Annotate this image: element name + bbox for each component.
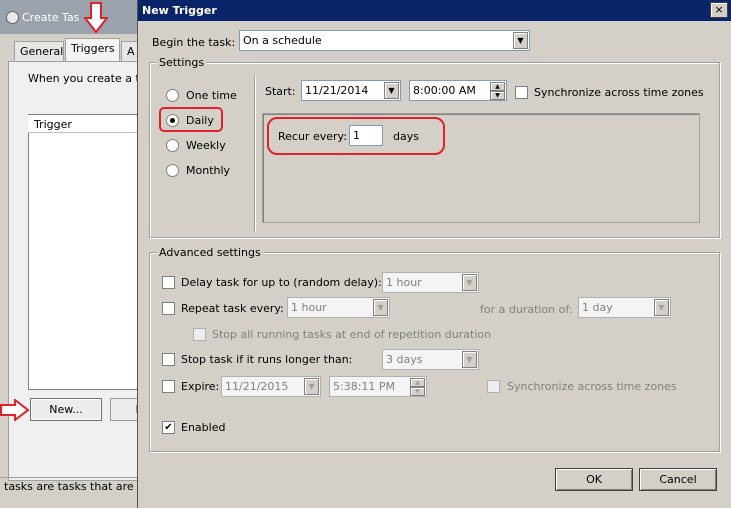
weekly-radio[interactable] xyxy=(166,139,179,152)
recur-highlight-annotation xyxy=(267,117,445,155)
repeat-duration-value: 1 day xyxy=(582,301,613,314)
expire-date-picker[interactable]: 11/21/2015 ▼ xyxy=(221,376,321,397)
begin-task-dropdown[interactable]: On a schedule ▼ xyxy=(239,30,530,51)
delay-task-checkbox[interactable] xyxy=(162,276,175,289)
delay-duration-value: 1 hour xyxy=(386,276,422,289)
stop-running-tasks-checkbox[interactable] xyxy=(193,328,206,341)
repeat-duration-dropdown[interactable]: 1 day ▼ xyxy=(578,297,671,318)
new-trigger-button[interactable]: New... xyxy=(30,398,102,421)
daily-highlight-annotation xyxy=(159,107,223,132)
start-label: Start: xyxy=(265,85,296,98)
expire-sync-checkbox[interactable] xyxy=(487,380,500,393)
repeat-interval-value: 1 hour xyxy=(291,301,327,314)
chevron-down-icon[interactable]: ▼ xyxy=(654,299,669,316)
footer-divider xyxy=(0,477,140,478)
close-icon[interactable]: × xyxy=(710,2,728,18)
stop-if-longer-checkbox[interactable] xyxy=(162,353,175,366)
monthly-radio[interactable] xyxy=(166,164,179,177)
stop-if-longer-label[interactable]: Stop task if it runs longer than: xyxy=(181,353,352,366)
delay-duration-dropdown[interactable]: 1 hour ▼ xyxy=(382,272,479,293)
monthly-label[interactable]: Monthly xyxy=(186,164,230,177)
chevron-down-icon[interactable]: ▼ xyxy=(373,299,388,316)
expire-sync-label[interactable]: Synchronize across time zones xyxy=(507,380,677,393)
one-time-label[interactable]: One time xyxy=(186,89,237,102)
trigger-list[interactable] xyxy=(28,114,140,390)
stop-after-dropdown[interactable]: 3 days ▼ xyxy=(382,349,479,370)
create-task-window: Create Tas General Triggers A When you c… xyxy=(0,0,140,508)
weekly-label[interactable]: Weekly xyxy=(186,139,226,152)
calendar-dropdown-icon[interactable]: ▼ xyxy=(304,378,319,395)
right-arrow-annotation-icon xyxy=(0,399,30,421)
spin-down-icon[interactable]: ▼ xyxy=(490,91,505,100)
begin-task-label: Begin the task: xyxy=(152,36,236,49)
footer-text: tasks are tasks that are cu xyxy=(4,480,140,493)
chevron-down-icon[interactable]: ▼ xyxy=(513,32,528,49)
down-arrow-annotation-icon xyxy=(84,2,108,34)
begin-task-value: On a schedule xyxy=(243,34,322,47)
new-trigger-dialog: New Trigger × Begin the task: On a sched… xyxy=(137,0,731,508)
start-time-value: 8:00:00 AM xyxy=(413,84,476,97)
start-date-value: 11/21/2014 xyxy=(305,84,369,97)
chevron-down-icon[interactable]: ▼ xyxy=(462,351,477,368)
tab-general[interactable]: General xyxy=(14,41,64,61)
calendar-dropdown-icon[interactable]: ▼ xyxy=(384,82,399,99)
enabled-checkbox[interactable]: ✔ xyxy=(162,421,175,434)
delay-task-label[interactable]: Delay task for up to (random delay): xyxy=(181,276,382,289)
ok-button[interactable]: OK xyxy=(555,468,633,491)
stop-after-value: 3 days xyxy=(386,353,423,366)
edit-trigger-button[interactable]: E xyxy=(110,398,140,421)
sync-timezones-checkbox[interactable] xyxy=(515,86,528,99)
spin-up-icon[interactable]: ▲ xyxy=(490,82,505,91)
advanced-settings-title: Advanced settings xyxy=(156,246,264,259)
repeat-interval-dropdown[interactable]: 1 hour ▼ xyxy=(287,297,390,318)
chevron-down-icon[interactable]: ▼ xyxy=(462,274,477,291)
trigger-column-header[interactable]: Trigger xyxy=(28,115,140,133)
dialog-title: New Trigger xyxy=(142,4,217,17)
triggers-description: When you create a ta xyxy=(28,72,140,85)
start-time-spinner[interactable]: 8:00:00 AM ▲ ▼ xyxy=(409,80,507,101)
spin-up-icon[interactable]: ▲ xyxy=(410,378,425,387)
dialog-titlebar xyxy=(138,0,731,21)
start-date-picker[interactable]: 11/21/2014 ▼ xyxy=(301,80,401,101)
stop-running-tasks-label[interactable]: Stop all running tasks at end of repetit… xyxy=(212,328,491,341)
repeat-task-label[interactable]: Repeat task every: xyxy=(181,302,284,315)
tab-triggers[interactable]: Triggers xyxy=(65,38,120,61)
enabled-label[interactable]: Enabled xyxy=(181,421,225,434)
expire-label[interactable]: Expire: xyxy=(181,380,219,393)
duration-label: for a duration of: xyxy=(480,303,573,316)
create-task-title: Create Tas xyxy=(22,11,80,24)
clock-icon xyxy=(6,11,19,24)
expire-date-value: 11/21/2015 xyxy=(225,380,289,393)
cancel-button[interactable]: Cancel xyxy=(639,468,717,491)
settings-group-title: Settings xyxy=(156,56,208,69)
sync-timezones-label[interactable]: Synchronize across time zones xyxy=(534,86,704,99)
spin-down-icon[interactable]: ▼ xyxy=(410,387,425,396)
one-time-radio[interactable] xyxy=(166,89,179,102)
expire-time-spinner[interactable]: 5:38:11 PM ▲ ▼ xyxy=(329,376,427,397)
expire-time-value: 5:38:11 PM xyxy=(333,380,396,393)
repeat-task-checkbox[interactable] xyxy=(162,302,175,315)
settings-divider xyxy=(254,76,255,232)
expire-checkbox[interactable] xyxy=(162,380,175,393)
